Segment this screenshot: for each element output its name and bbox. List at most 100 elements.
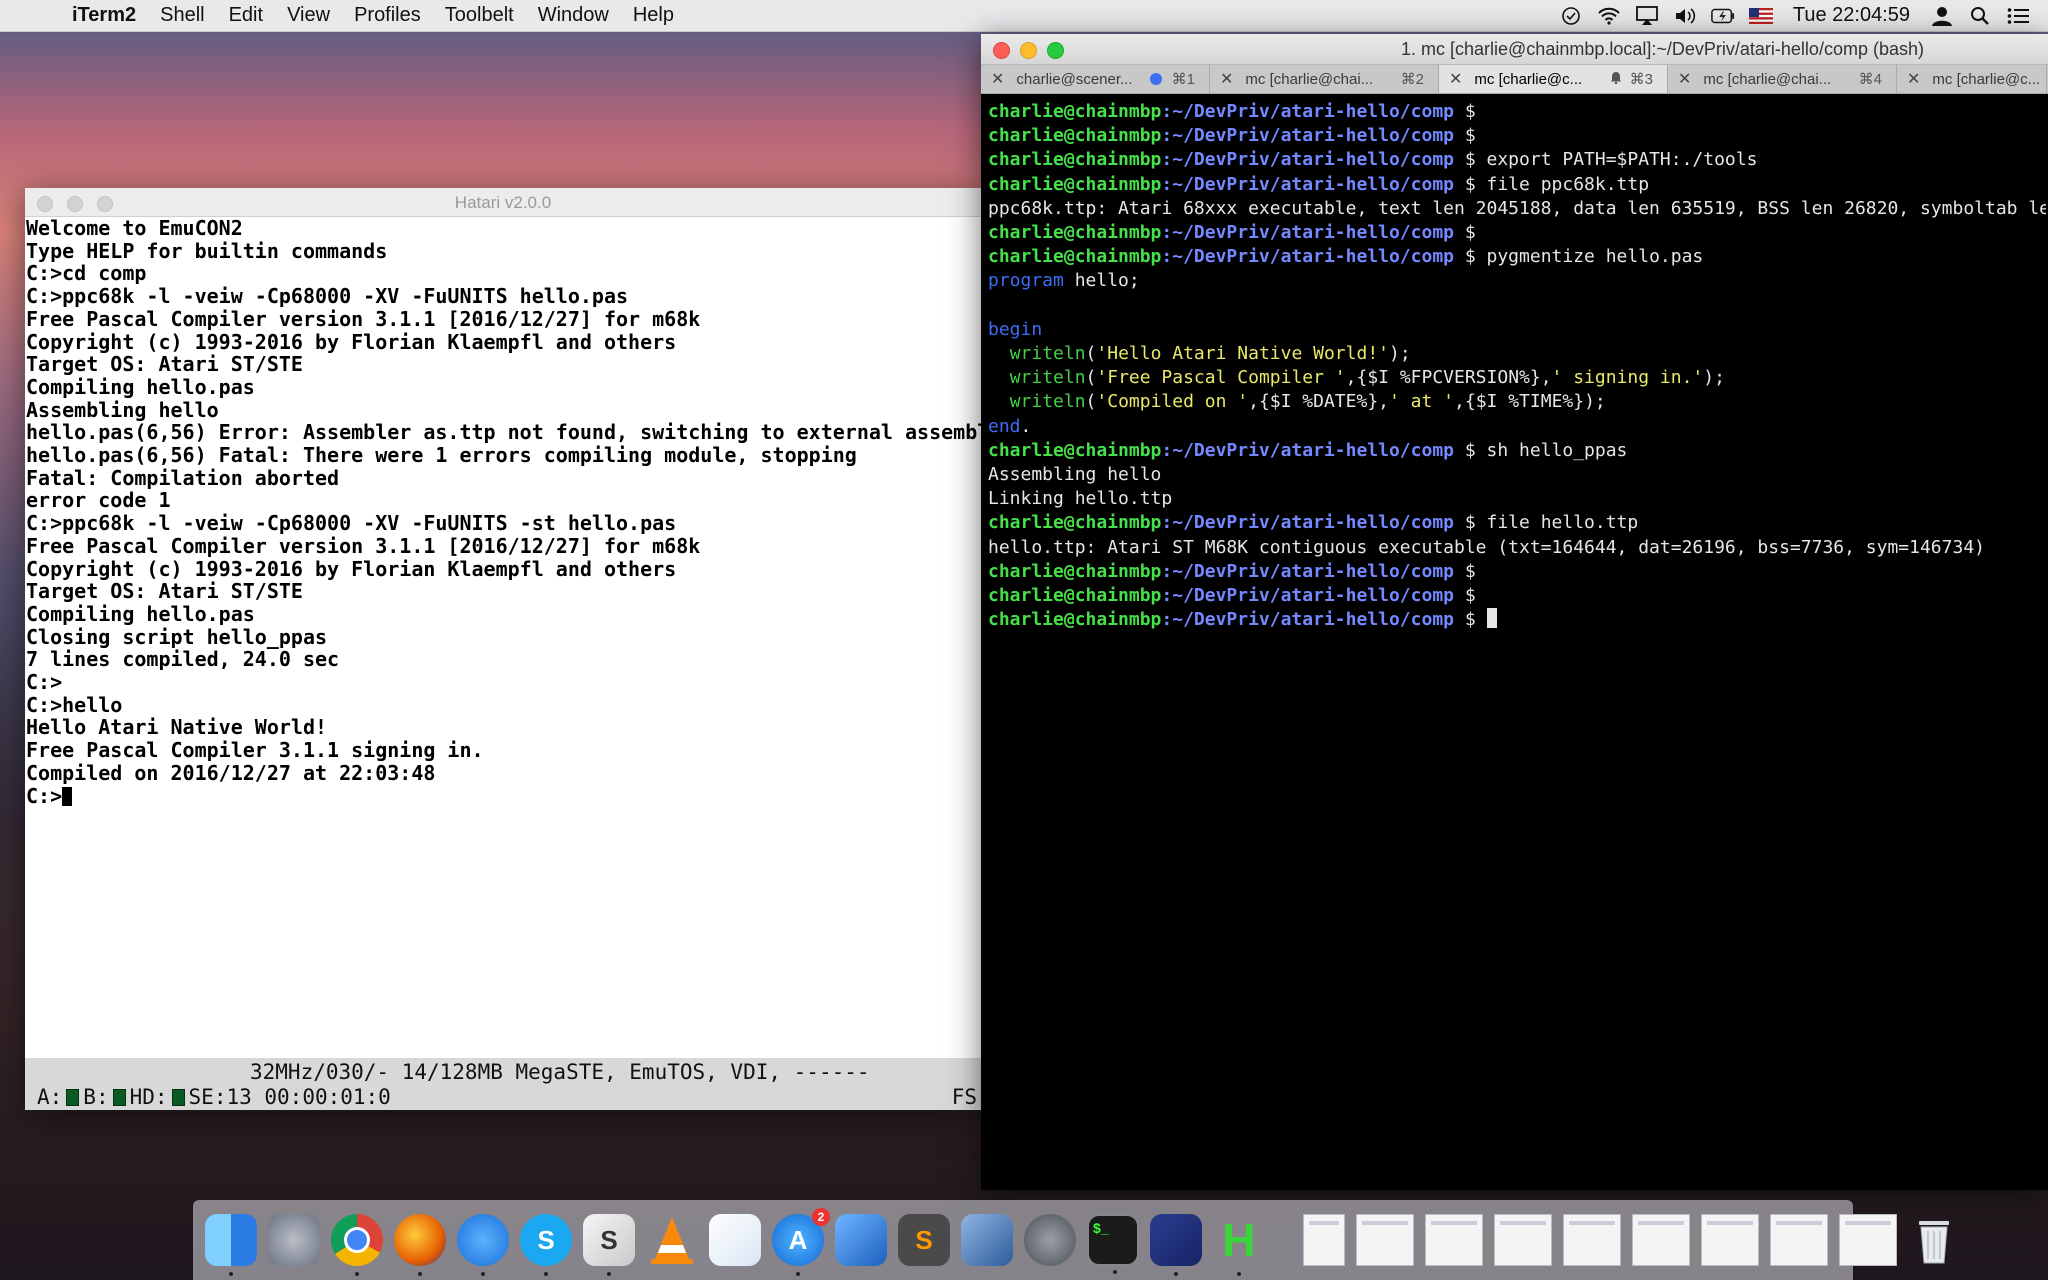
- tab-4[interactable]: ✕ mc [charlie@chai... ⌘4: [1668, 65, 1897, 93]
- close-tab-icon[interactable]: ✕: [991, 69, 1004, 89]
- function-name: writeln: [1009, 343, 1086, 365]
- window-thumb-1[interactable]: [1356, 1214, 1414, 1266]
- punct: (: [1085, 343, 1097, 365]
- activity-dot-icon: [1149, 73, 1162, 85]
- user-icon[interactable]: [1930, 6, 1954, 26]
- wifi-icon[interactable]: [1597, 6, 1621, 26]
- fs-indicator: FS: [951, 1085, 977, 1109]
- prompt-path: :~/DevPriv/atari-hello/comp: [1161, 609, 1454, 631]
- tab-label: mc [charlie@c...: [1932, 70, 2041, 88]
- menu-view[interactable]: View: [275, 4, 342, 27]
- virtualbox-icon[interactable]: [961, 1214, 1013, 1266]
- console-line: Hello Atari Native World!: [26, 715, 328, 740]
- tab-1[interactable]: ✕ charlie@scener... ⌘1: [981, 65, 1210, 93]
- window-thumb-3[interactable]: [1494, 1214, 1552, 1266]
- close-tab-icon[interactable]: ✕: [1907, 69, 1920, 89]
- tab-3[interactable]: ✕ mc [charlie@c... ⌘3: [1439, 65, 1668, 93]
- sublime-text-icon[interactable]: S: [898, 1214, 950, 1266]
- app-store-icon[interactable]: A2: [772, 1208, 830, 1276]
- console-line: C:>hello: [26, 692, 123, 717]
- hatari-titlebar[interactable]: Hatari v2.0.0: [25, 188, 981, 217]
- trash-icon[interactable]: [1908, 1214, 1960, 1266]
- close-tab-icon[interactable]: ✕: [1678, 69, 1691, 89]
- spotlight-icon[interactable]: [1968, 6, 1992, 26]
- prompt-path: :~/DevPriv/atari-hello/comp: [1161, 125, 1454, 147]
- console-line: C:>ppc68k -l -veiw -Cp68000 -XV -FuUNITS…: [26, 284, 629, 309]
- window-thumb-8[interactable]: [1839, 1214, 1897, 1266]
- terminal-line: charlie@chainmbp:~/DevPriv/atari-hello/c…: [988, 100, 2046, 124]
- finder-icon[interactable]: [205, 1214, 257, 1276]
- menu-window[interactable]: Window: [526, 4, 621, 27]
- terminal-line: charlie@chainmbp:~/DevPriv/atari-hello/c…: [988, 148, 2046, 172]
- tab-2[interactable]: ✕ mc [charlie@chai... ⌘2: [1210, 65, 1439, 93]
- menu-profiles[interactable]: Profiles: [342, 4, 433, 27]
- terminal-icon[interactable]: $_: [1087, 1214, 1139, 1274]
- volume-icon[interactable]: [1673, 6, 1697, 26]
- hatari-title: Hatari v2.0.0: [454, 193, 552, 212]
- keyword: begin: [988, 318, 1043, 340]
- sketchbook-icon[interactable]: S: [583, 1214, 635, 1276]
- console-line: C:>: [26, 670, 63, 695]
- punct: .: [1020, 415, 1032, 437]
- console-line: Free Pascal Compiler 3.1.1 signing in.: [26, 738, 484, 763]
- emucon-screen[interactable]: Welcome to EmuCON2 Type HELP for builtin …: [25, 217, 982, 1047]
- notification-list-icon[interactable]: [2006, 6, 2030, 26]
- document-icon[interactable]: [1303, 1214, 1345, 1266]
- window-thumb-4[interactable]: [1563, 1214, 1621, 1266]
- airplay-icon[interactable]: [1635, 5, 1659, 26]
- command-text: $ export PATH=$PATH:./tools: [1454, 149, 1758, 171]
- string-literal: 'Compiled on ': [1096, 391, 1249, 413]
- terminal-cursor: [1486, 608, 1497, 629]
- tab-label: charlie@scener...: [1016, 70, 1133, 88]
- fsnotes-icon[interactable]: [1150, 1214, 1202, 1276]
- skype-icon[interactable]: S: [520, 1214, 572, 1276]
- flag-icon[interactable]: [1748, 6, 1773, 26]
- prompt-dollar: $: [1454, 101, 1476, 122]
- xcode-icon[interactable]: [835, 1214, 887, 1266]
- console-line: Copyright (c) 1993-2016 by Florian Klaem…: [26, 556, 677, 581]
- zoom-button[interactable]: [1047, 42, 1064, 59]
- messages-icon[interactable]: [457, 1214, 509, 1276]
- source-line: [988, 294, 2046, 318]
- vlc-icon[interactable]: [646, 1214, 698, 1266]
- drive-b-label: B:: [83, 1085, 109, 1109]
- function-name: writeln: [1009, 391, 1086, 413]
- tab-5[interactable]: ✕ mc [charlie@c...: [1897, 65, 2047, 93]
- tab-shortcut: ⌘4: [1858, 71, 1882, 88]
- prompt-path: :~/DevPriv/atari-hello/comp: [1161, 512, 1454, 534]
- close-tab-icon[interactable]: ✕: [1449, 69, 1462, 89]
- iterm-titlebar[interactable]: 1. mc [charlie@chainmbp.local]:~/DevPriv…: [981, 34, 2048, 65]
- battery-icon[interactable]: [1711, 6, 1735, 26]
- launchpad-icon[interactable]: [268, 1214, 320, 1266]
- system-preferences-icon[interactable]: [1024, 1214, 1076, 1266]
- firefox-icon[interactable]: [394, 1214, 446, 1276]
- window-thumb-7[interactable]: [1770, 1214, 1828, 1266]
- preview-icon[interactable]: [709, 1214, 761, 1266]
- status-menus: Tue 22:04:59: [1559, 0, 2048, 31]
- menu-shell[interactable]: Shell: [148, 4, 216, 27]
- chrome-icon[interactable]: [331, 1214, 383, 1276]
- window-thumb-5[interactable]: [1632, 1214, 1690, 1266]
- punct: (: [1085, 367, 1097, 389]
- menu-clock[interactable]: Tue 22:04:59: [1793, 4, 1910, 27]
- tab-bar: ✕ charlie@scener... ⌘1 ✕ mc [charlie@cha…: [981, 65, 2048, 94]
- close-tab-icon[interactable]: ✕: [1220, 69, 1233, 89]
- console-line: Compiling hello.pas: [26, 374, 255, 399]
- minimize-button[interactable]: [1020, 42, 1037, 59]
- command-text: $ file hello.ttp: [1454, 512, 1639, 534]
- source-line: begin: [988, 318, 2046, 342]
- prompt-dollar: $: [1454, 125, 1476, 147]
- menu-help[interactable]: Help: [621, 4, 686, 27]
- menu-bar: iTerm2 Shell Edit View Profiles Toolbelt…: [0, 0, 2048, 32]
- menu-toolbelt[interactable]: Toolbelt: [433, 4, 526, 27]
- menu-app-name[interactable]: iTerm2: [60, 4, 148, 27]
- hatari-icon[interactable]: H: [1213, 1214, 1265, 1276]
- tab-shortcut: ⌘1: [1171, 71, 1195, 88]
- window-thumb-6[interactable]: [1701, 1214, 1759, 1266]
- window-thumb-2[interactable]: [1425, 1214, 1483, 1266]
- terminal-output[interactable]: charlie@chainmbp:~/DevPriv/atari-hello/c…: [988, 100, 2046, 1180]
- close-button[interactable]: [993, 42, 1010, 59]
- running-indicator: [481, 1272, 485, 1276]
- menu-edit[interactable]: Edit: [217, 4, 275, 27]
- clock-check-icon[interactable]: [1559, 6, 1583, 26]
